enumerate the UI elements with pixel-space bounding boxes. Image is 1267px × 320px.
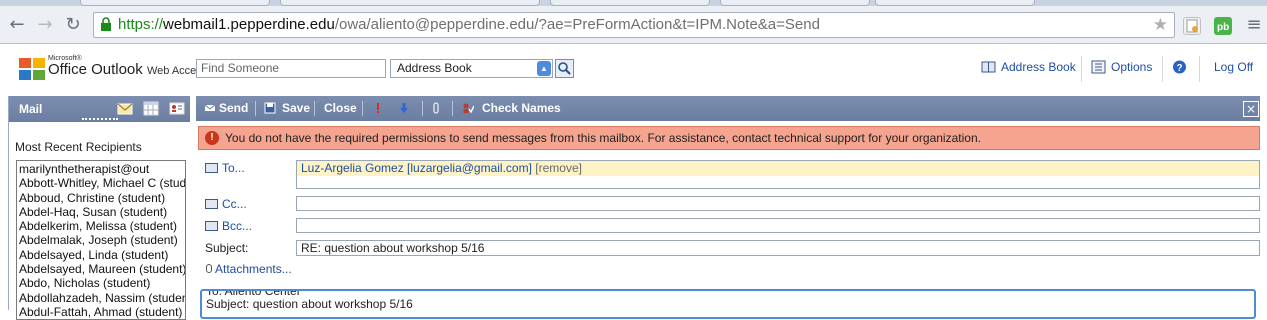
to-recipient[interactable]: Luz-Argelia Gomez [luzargelia@gmail.com]… [297, 161, 1259, 176]
list-item[interactable]: Abdel-Haq, Susan (student) [17, 205, 185, 219]
subject-field[interactable]: RE: question about workshop 5/16 [296, 240, 1260, 256]
url-scheme: https:// [118, 16, 164, 33]
address-book-icon [205, 221, 218, 231]
calendar-icon[interactable] [143, 101, 159, 116]
cc-field[interactable] [296, 196, 1260, 211]
svg-text:pb: pb [1217, 22, 1229, 33]
remove-recipient-link[interactable]: [remove] [535, 161, 582, 175]
url-path: /owa/aliento@pepperdine.edu/?ae=PreFormA… [334, 16, 820, 33]
compose-form: Send Save Close Check Names × ! You do n… [196, 96, 1267, 319]
toolbar-divider [422, 101, 423, 116]
help-icon[interactable]: ? [1172, 60, 1187, 74]
office-logo-icon [19, 58, 45, 80]
find-someone-input[interactable]: Find Someone [196, 59, 386, 78]
brand-title: Office Outlook [48, 61, 143, 78]
to-label: To... [222, 161, 245, 175]
check-names-icon [463, 103, 474, 114]
address-book-link[interactable]: Address Book [1001, 60, 1076, 74]
to-field[interactable]: Luz-Argelia Gomez [luzargelia@gmail.com]… [296, 160, 1260, 189]
list-item[interactable]: Abdollahzadeh, Nassim (student) [17, 291, 185, 305]
sidebar: Mail Most Recent Recipients marilyntheth… [8, 96, 190, 320]
header-divider [1199, 56, 1200, 82]
extension-icon[interactable] [1183, 17, 1201, 35]
attachments-button[interactable]: Attachments... [206, 262, 292, 276]
hamburger-menu-icon[interactable]: ≡ [1243, 14, 1265, 36]
list-item[interactable]: Abdelmalak, Joseph (student) [17, 233, 185, 247]
chevron-updown-icon[interactable]: ▲ [537, 61, 551, 76]
address-book-icon [205, 163, 218, 173]
list-item[interactable]: Abdelsayed, Linda (student) [17, 248, 185, 262]
compose-toolbar: Send Save Close Check Names [196, 96, 1260, 121]
to-button[interactable]: To... [205, 161, 245, 175]
bookmark-star-icon[interactable]: ★ [1153, 13, 1168, 37]
list-item[interactable]: Abbott-Whitley, Michael C (stude... [17, 176, 185, 190]
search-button[interactable] [555, 59, 574, 78]
address-bar[interactable]: https://webmail1.pepperdine.edu/owa/alie… [93, 12, 1175, 38]
list-item[interactable]: Abdo, Nicholas (student) [17, 276, 185, 290]
save-icon [264, 102, 276, 114]
url-host: webmail1.pepperdine.edu [163, 16, 335, 33]
bcc-label: Bcc... [222, 219, 253, 233]
to-recipient-name: Luz-Argelia Gomez [luzargelia@gmail.com] [301, 161, 532, 175]
list-item[interactable]: Abdelsayed, Maureen (student) [17, 262, 185, 276]
search-icon [558, 62, 571, 75]
browser-toolbar: ← → ↻ https://webmail1.pepperdine.edu/ow… [0, 6, 1267, 44]
contacts-icon[interactable] [169, 101, 185, 116]
body-line: To: Aliento Center [206, 289, 301, 298]
most-recent-recipients-title: Most Recent Recipients [15, 140, 142, 154]
forward-arrow-icon[interactable]: → [34, 14, 56, 36]
list-item[interactable]: Abdul-Fattah, Ahmad (student) [17, 305, 185, 319]
warning-icon: ! [205, 131, 219, 145]
paperclip-icon [206, 264, 212, 273]
subject-label: Subject: [205, 241, 249, 255]
cc-button[interactable]: Cc... [205, 197, 247, 211]
back-arrow-icon[interactable]: ← [6, 14, 28, 36]
svg-text:?: ? [1177, 63, 1183, 74]
message-body-editor[interactable]: To: Aliento Center Subject: question abo… [200, 289, 1256, 319]
permission-warning-text: You do not have the required permissions… [225, 131, 981, 145]
cc-label: Cc... [222, 197, 247, 211]
check-names-button[interactable]: Check Names [482, 96, 561, 121]
sidebar-title: Mail [19, 102, 43, 116]
address-book-select[interactable]: Address Book ▲ [390, 59, 553, 78]
toolbar-divider [314, 101, 315, 116]
permission-warning-bar: ! You do not have the required permissio… [198, 126, 1260, 150]
close-button[interactable]: Close [324, 96, 357, 121]
list-item[interactable]: Abdelkerim, Melissa (student) [17, 219, 185, 233]
options-link[interactable]: Options [1111, 60, 1152, 74]
attachments-label: Attachments... [215, 262, 292, 276]
lock-icon [101, 17, 111, 31]
toolbar-divider [255, 101, 256, 116]
body-line: Subject: question about workshop 5/16 [206, 297, 413, 311]
toolbar-divider [452, 101, 453, 116]
high-importance-icon[interactable] [372, 102, 384, 114]
pushbullet-extension-icon[interactable]: pb [1214, 17, 1232, 35]
header-divider [1162, 56, 1163, 82]
send-button[interactable]: Send [219, 96, 248, 121]
header-divider [1081, 56, 1082, 82]
recent-recipients-list[interactable]: marilynthetherapist@out Abbott-Whitley, … [16, 160, 186, 320]
toolbar-divider [362, 101, 363, 116]
address-book-icon [981, 61, 996, 73]
resize-gripper[interactable] [82, 118, 118, 121]
brand-name: Office Outlook Web Access [48, 61, 207, 78]
sidebar-header: Mail [9, 96, 190, 122]
address-book-icon [205, 199, 218, 209]
mail-icon[interactable] [117, 101, 133, 116]
attach-file-icon[interactable] [430, 102, 442, 114]
close-icon[interactable]: × [1243, 101, 1259, 117]
save-button[interactable]: Save [282, 96, 310, 121]
log-off-link[interactable]: Log Off [1214, 60, 1253, 74]
owa-header: Microsoft® Office Outlook Web Access Fin… [0, 44, 1267, 94]
low-importance-icon[interactable] [398, 102, 410, 114]
list-item[interactable]: marilynthetherapist@out [17, 162, 185, 176]
reload-icon[interactable]: ↻ [62, 14, 84, 36]
send-icon [204, 104, 216, 111]
address-book-select-value: Address Book [397, 61, 472, 75]
bcc-field[interactable] [296, 218, 1260, 233]
list-item[interactable]: Abboud, Christine (student) [17, 191, 185, 205]
bcc-button[interactable]: Bcc... [205, 219, 252, 233]
options-icon [1091, 60, 1106, 74]
